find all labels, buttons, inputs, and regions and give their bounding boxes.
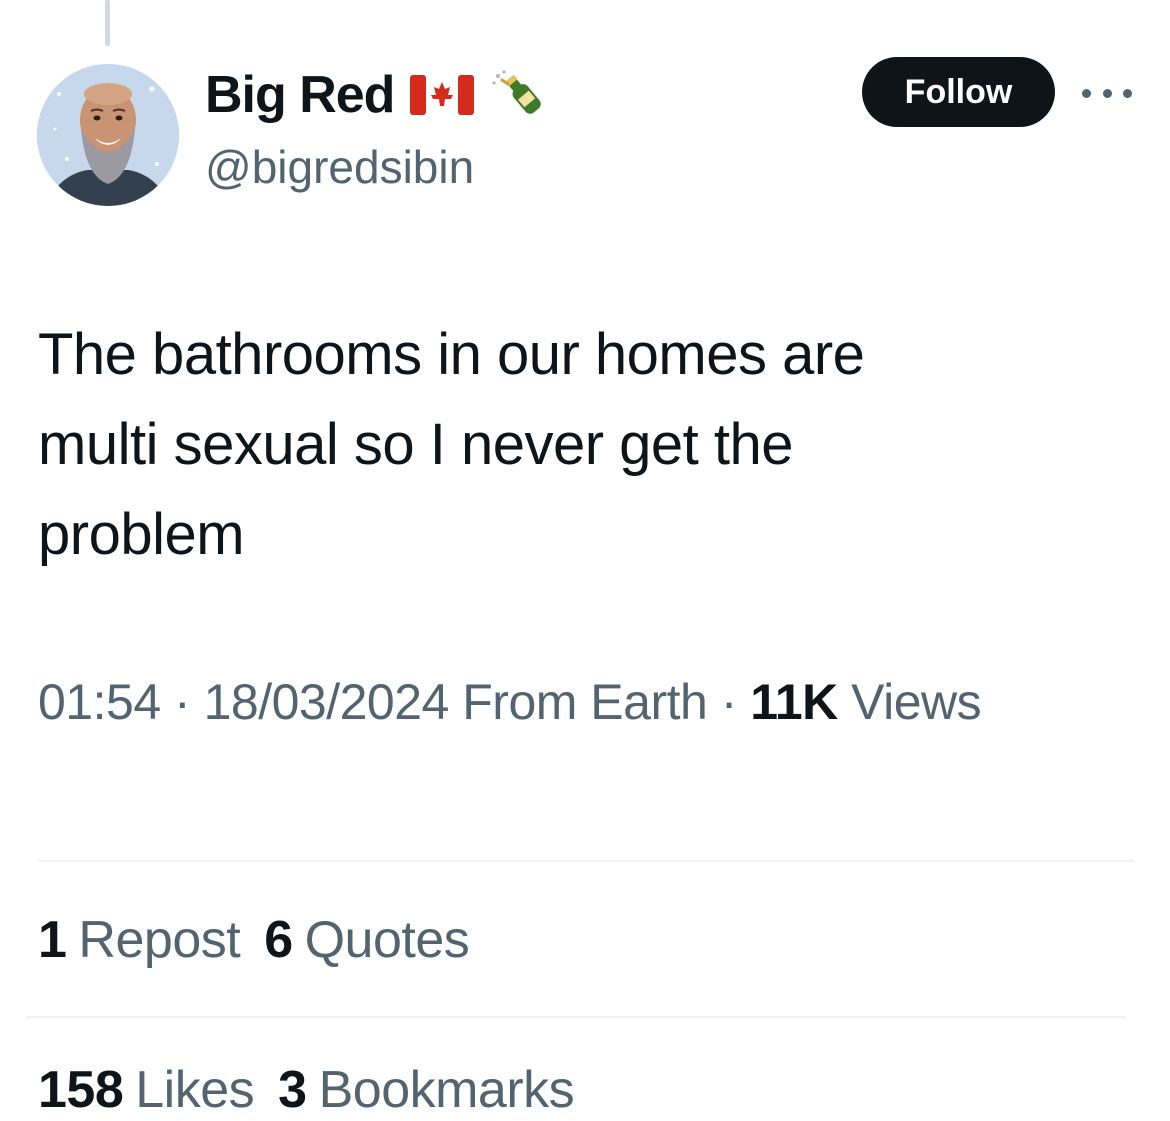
tweet-source: From Earth: [462, 674, 708, 730]
bookmarks-stat[interactable]: 3 Bookmarks: [278, 1060, 574, 1120]
more-dot: [1102, 88, 1112, 98]
tweet-meta: 01:54 · 18/03/2024 From Earth · 11K View…: [38, 662, 1128, 742]
tweet-text-line: The bathrooms in our homes are: [38, 322, 865, 387]
more-dot: [1082, 88, 1091, 98]
canada-flag-icon: [410, 70, 475, 120]
likes-stat[interactable]: 158 Likes: [38, 1060, 255, 1120]
tweet-detail: Big Red @bigredsibin Follow The bathroom…: [0, 0, 1170, 1121]
follow-button[interactable]: Follow: [862, 57, 1055, 127]
thread-connector-line: [105, 0, 110, 46]
tweet-text-line: problem: [38, 502, 245, 567]
tweet-text-line: multi sexual so I never get the: [38, 412, 794, 477]
views-label: Views: [851, 674, 982, 730]
meta-separator: ·: [174, 674, 191, 730]
meta-separator: ·: [720, 674, 738, 730]
quotes-label: Quotes: [304, 911, 470, 969]
reposts-stat[interactable]: 1 Repost: [38, 910, 241, 970]
tweet-text: The bathrooms in our homes are multi sex…: [38, 310, 1128, 580]
tweet-date[interactable]: 18/03/2024: [204, 674, 450, 730]
author-display-name[interactable]: Big Red: [205, 65, 395, 125]
engagement-row-likes: 158 Likes 3 Bookmarks: [38, 1060, 575, 1120]
champagne-bottle-icon: [490, 70, 554, 120]
quotes-stat[interactable]: 6 Quotes: [264, 910, 470, 970]
divider: [26, 1016, 1126, 1018]
reposts-count: 1: [38, 911, 67, 969]
avatar[interactable]: [37, 64, 179, 206]
author-handle[interactable]: @bigredsibin: [205, 140, 474, 194]
likes-count: 158: [38, 1061, 124, 1119]
quotes-count: 6: [264, 911, 293, 969]
engagement-row-reposts: 1 Repost 6 Quotes: [38, 910, 470, 970]
author-name-row: Big Red: [205, 60, 554, 130]
more-options-icon[interactable]: [1082, 78, 1132, 108]
tweet-time[interactable]: 01:54: [38, 674, 161, 730]
bookmarks-label: Bookmarks: [318, 1061, 575, 1119]
more-dot: [1123, 88, 1132, 98]
reposts-label: Repost: [78, 911, 241, 969]
avatar-image: [37, 64, 179, 206]
views-count: 11K: [750, 674, 838, 730]
divider: [38, 860, 1134, 862]
likes-label: Likes: [135, 1061, 255, 1119]
bookmarks-count: 3: [278, 1061, 307, 1119]
